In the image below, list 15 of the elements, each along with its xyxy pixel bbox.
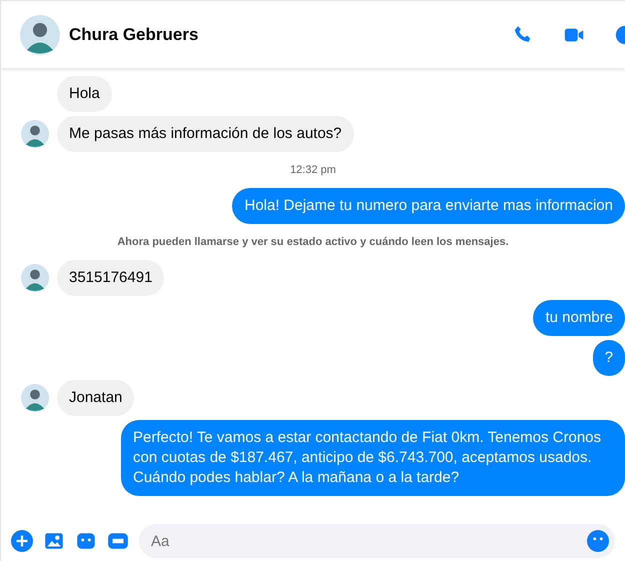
message-bubble: Hola (57, 76, 112, 112)
message-input[interactable]: Aa (139, 524, 615, 558)
message-bubble: tu nombre (533, 300, 625, 336)
message-bubble: Me pasas más información de los autos? (57, 116, 354, 152)
message-bubble: Perfecto! Te vamos a estar contactando de Fiat 0km. Tenemos Cronos con cuotas de $187.467, anticipo de $6.743.700, aceptamos usados. Cuándo podes hablar? A la mañana o a la tarde? (121, 420, 625, 496)
notice-text: Ahora pueden llamarse y ver su estado activo y cuándo leen los mensajes. (116, 236, 510, 248)
avatar-icon[interactable] (20, 14, 60, 54)
timestamp: 12:32 pm (289, 164, 337, 176)
message-bubble: Jonatan (57, 380, 134, 416)
contact-name[interactable]: Chura Gebruers (69, 24, 198, 44)
message-bubble: ? (592, 340, 625, 376)
plus-icon[interactable] (11, 530, 33, 552)
message-bubble: Hola! Dejame tu numero para enviarte mas informacion (232, 188, 625, 224)
message-bubble: 3515176491 (57, 260, 164, 296)
emoji-icon[interactable] (587, 530, 609, 552)
